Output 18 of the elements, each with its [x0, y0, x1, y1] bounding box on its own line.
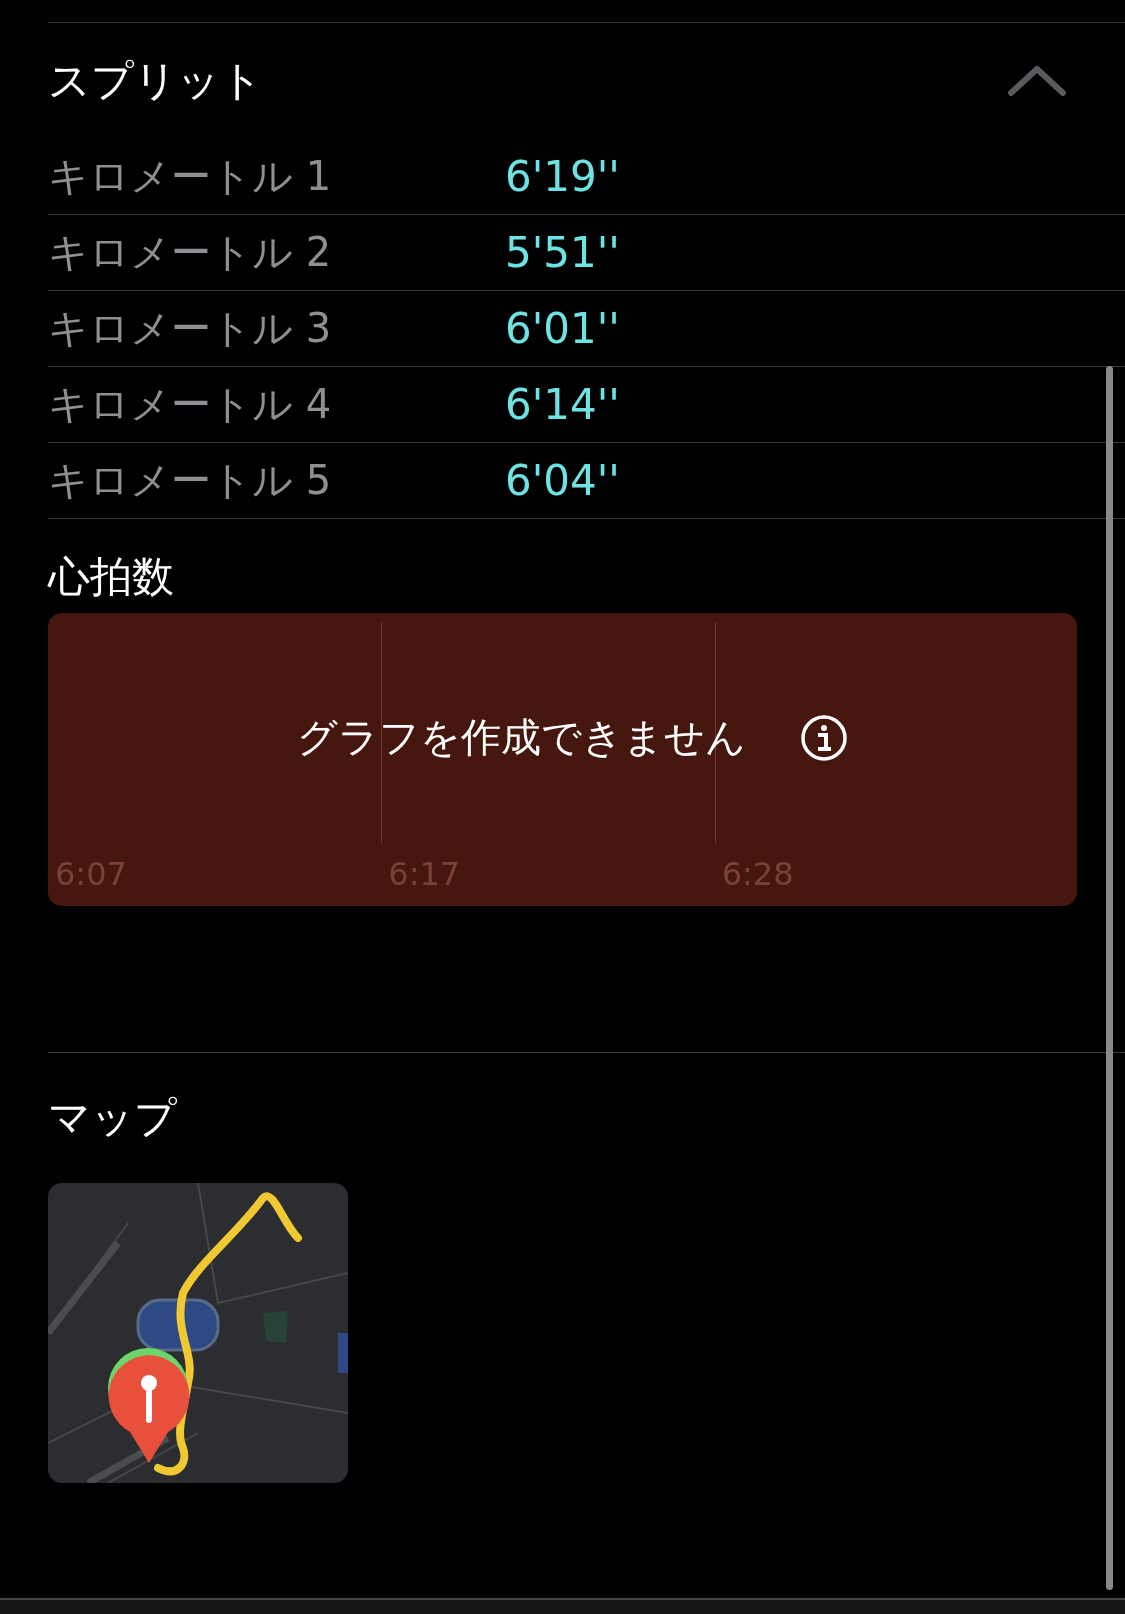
- no-data-message: グラフを作成できません: [297, 713, 746, 762]
- split-pace: 6'14'': [505, 380, 620, 429]
- split-label: キロメートル 4: [48, 380, 333, 429]
- split-label: キロメートル 2: [48, 228, 333, 277]
- split-label: キロメートル 5: [48, 456, 333, 505]
- info-icon[interactable]: [800, 713, 848, 762]
- section-title: マップ: [48, 1092, 177, 1144]
- split-pace: 5'51'': [505, 228, 620, 277]
- split-pace: 6'04'': [505, 456, 620, 505]
- scrollbar[interactable]: [1106, 366, 1113, 1590]
- chevron-icon[interactable]: [1007, 63, 1067, 99]
- split-pace: 6'01'': [505, 304, 620, 353]
- split-label: キロメートル 3: [48, 304, 333, 353]
- split-pace: 6'19'': [505, 152, 620, 201]
- pin-icon: [106, 1353, 192, 1465]
- section-title: 心拍数: [48, 551, 174, 603]
- split-label: キロメートル 1: [48, 152, 333, 201]
- section-title: スプリット: [48, 55, 263, 107]
